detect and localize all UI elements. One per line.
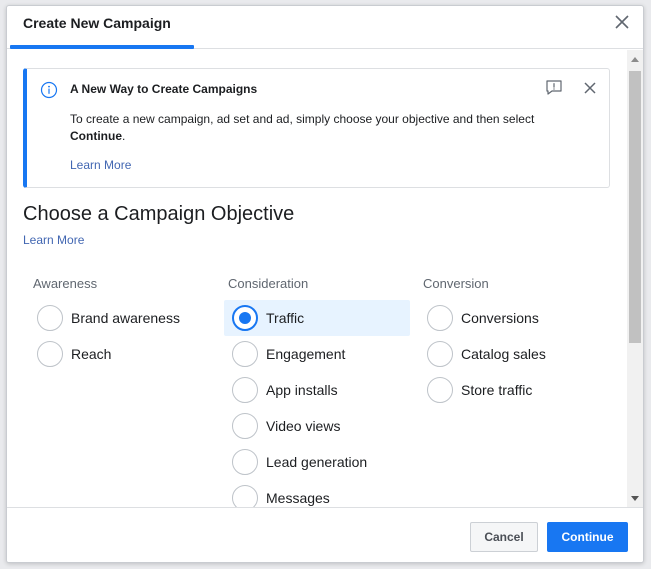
option-label: Store traffic	[461, 382, 533, 398]
dialog-header: Create New Campaign	[7, 6, 643, 49]
close-icon[interactable]	[613, 13, 631, 31]
objective-column-consideration: Consideration Traffic Engagement App instal…	[224, 276, 412, 507]
objective-option[interactable]: Catalog sales	[419, 336, 605, 372]
radio-button[interactable]	[232, 341, 258, 367]
option-label: Video views	[266, 418, 341, 434]
objective-option[interactable]: Messages	[224, 480, 410, 507]
objective-option[interactable]: Reach	[29, 336, 215, 372]
info-notice: A New Way to Create Campaigns To create …	[23, 68, 610, 188]
create-campaign-dialog: Create New Campaign A New Way to Create …	[6, 5, 644, 563]
radio-button[interactable]	[232, 377, 258, 403]
scroll-thumb[interactable]	[629, 71, 641, 343]
radio-button[interactable]	[427, 341, 453, 367]
option-label: Engagement	[266, 346, 346, 362]
column-title: Awareness	[33, 276, 98, 291]
feedback-icon[interactable]	[545, 79, 563, 97]
radio-button[interactable]	[427, 377, 453, 403]
option-label: Brand awareness	[71, 310, 180, 326]
option-label: Messages	[266, 490, 330, 506]
dialog-title: Create New Campaign	[23, 15, 171, 31]
dialog-footer: Cancel Continue	[7, 507, 643, 562]
scrollbar[interactable]	[627, 50, 643, 507]
radio-button[interactable]	[232, 305, 258, 331]
notice-body: To create a new campaign, ad set and ad,…	[70, 111, 590, 145]
objective-option[interactable]: Conversions	[419, 300, 605, 336]
radio-button[interactable]	[232, 413, 258, 439]
radio-button[interactable]	[232, 485, 258, 507]
cancel-button[interactable]: Cancel	[470, 522, 538, 552]
objective-option[interactable]: Lead generation	[224, 444, 410, 480]
continue-button[interactable]: Continue	[547, 522, 628, 552]
scroll-up-arrow[interactable]	[631, 57, 639, 62]
objective-column-conversion: Conversion Conversions Catalog sales Store …	[419, 276, 607, 408]
option-label: Conversions	[461, 310, 539, 326]
objective-option[interactable]: Brand awareness	[29, 300, 215, 336]
scroll-down-arrow[interactable]	[631, 496, 639, 501]
objective-heading: Choose a Campaign Objective	[23, 203, 295, 225]
notice-learn-more-link[interactable]: Learn More	[70, 158, 131, 172]
column-title: Consideration	[228, 276, 309, 291]
objective-option[interactable]: Video views	[224, 408, 410, 444]
option-label: Lead generation	[266, 454, 368, 470]
notice-close-icon[interactable]	[582, 80, 598, 96]
option-label: Catalog sales	[461, 346, 546, 362]
column-title: Conversion	[423, 276, 489, 291]
radio-button[interactable]	[427, 305, 453, 331]
notice-body-end: .	[122, 129, 126, 143]
objective-learn-more-link[interactable]: Learn More	[23, 233, 84, 247]
header-active-indicator	[10, 45, 194, 49]
radio-button[interactable]	[232, 449, 258, 475]
dialog-body: A New Way to Create Campaigns To create …	[7, 50, 643, 507]
objective-option[interactable]: Engagement	[224, 336, 410, 372]
objective-option[interactable]: Store traffic	[419, 372, 605, 408]
radio-button[interactable]	[37, 305, 63, 331]
option-label: Traffic	[266, 310, 305, 326]
notice-body-text: To create a new campaign, ad set and ad,…	[70, 112, 535, 126]
option-label: Reach	[71, 346, 112, 362]
objective-option[interactable]: Traffic	[224, 300, 410, 336]
objective-column-awareness: Awareness Brand awareness Reach	[29, 276, 217, 372]
notice-title: A New Way to Create Campaigns	[70, 82, 258, 96]
info-icon	[40, 81, 58, 99]
objective-option[interactable]: App installs	[224, 372, 410, 408]
option-label: App installs	[266, 382, 338, 398]
notice-body-bold: Continue	[70, 129, 122, 143]
radio-button[interactable]	[37, 341, 63, 367]
